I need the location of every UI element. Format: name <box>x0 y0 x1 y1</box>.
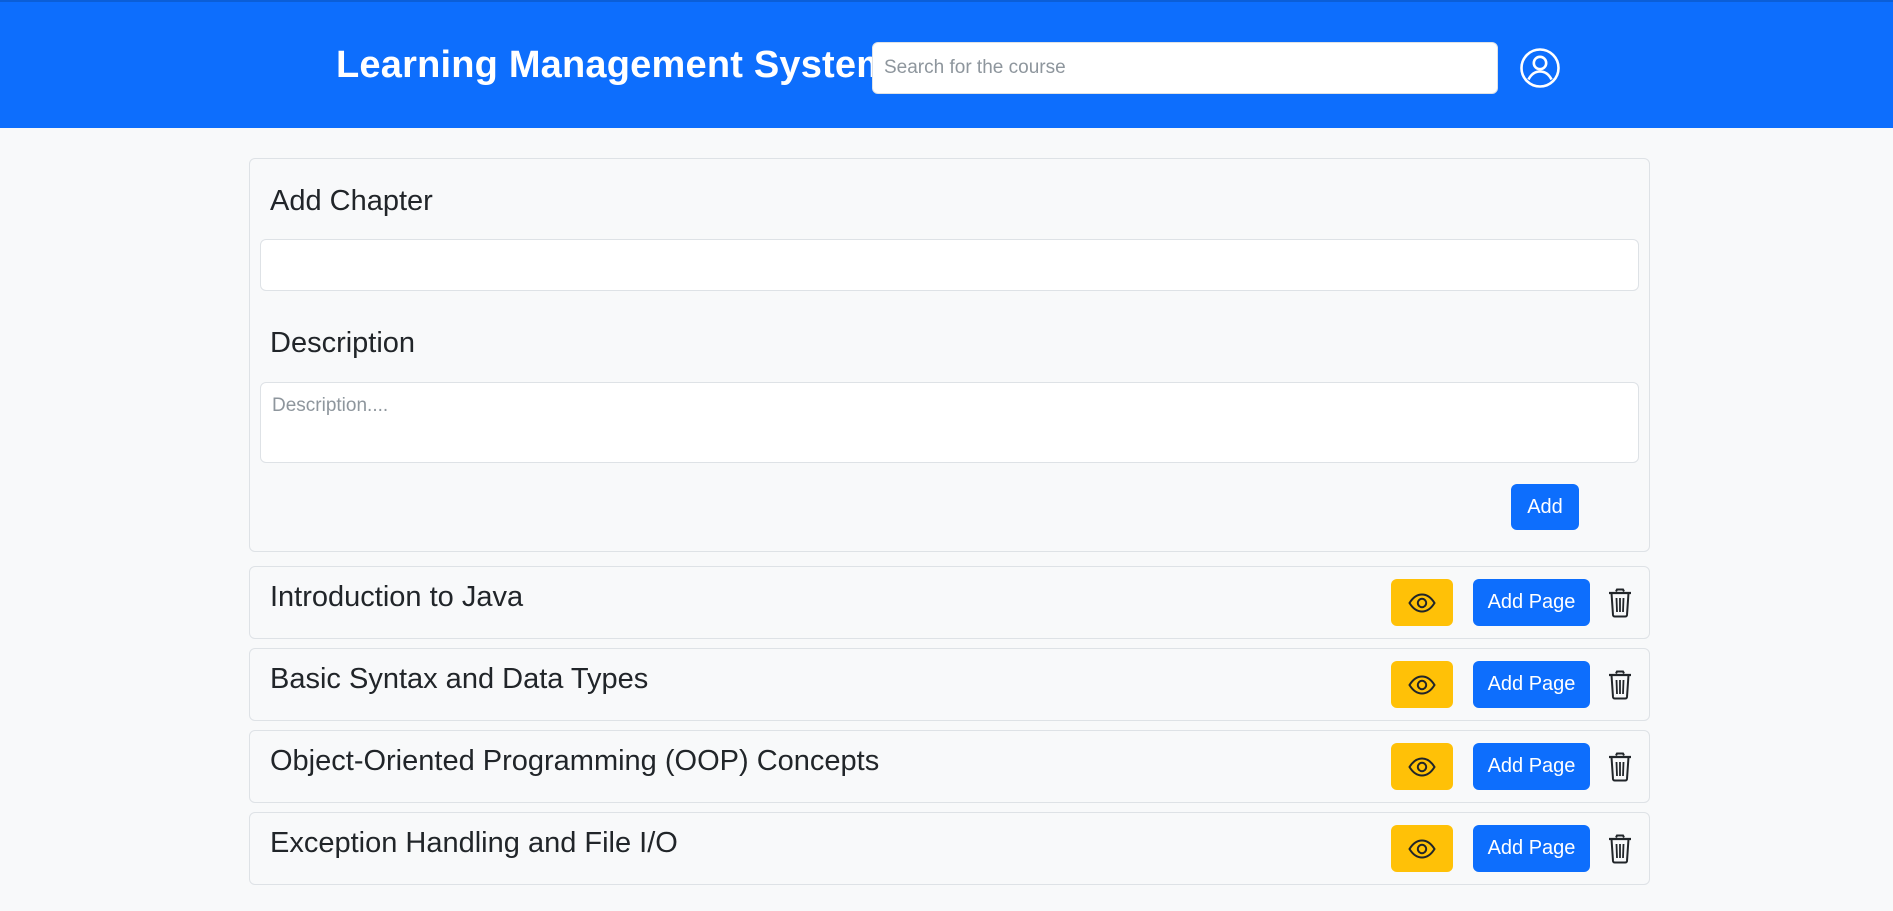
view-chapter-button[interactable] <box>1391 579 1453 626</box>
view-chapter-button[interactable] <box>1391 825 1453 872</box>
trash-icon <box>1608 834 1638 864</box>
delete-chapter-button[interactable] <box>1608 669 1638 701</box>
top-navbar: Learning Management System <box>0 0 1893 128</box>
delete-chapter-button[interactable] <box>1608 833 1638 865</box>
chapter-name-input[interactable] <box>260 239 1639 291</box>
eye-icon <box>1408 756 1436 777</box>
chapter-title: Object-Oriented Programming (OOP) Concep… <box>270 745 880 777</box>
eye-icon <box>1408 592 1436 613</box>
add-page-button[interactable]: Add Page <box>1473 661 1590 708</box>
eye-icon <box>1408 674 1436 695</box>
chapter-name-label: Add Chapter <box>270 185 433 217</box>
person-circle-icon <box>1518 46 1562 90</box>
trash-icon <box>1608 670 1638 700</box>
description-label: Description <box>270 327 416 359</box>
chapter-title: Introduction to Java <box>270 581 524 613</box>
chapter-row: Exception Handling and File I/O Add Page <box>249 812 1650 885</box>
add-page-button[interactable]: Add Page <box>1473 579 1590 626</box>
chapter-title: Basic Syntax and Data Types <box>270 663 649 695</box>
chapter-row: Basic Syntax and Data Types Add Page <box>249 648 1650 721</box>
add-chapter-button[interactable]: Add <box>1511 484 1579 530</box>
trash-icon <box>1608 752 1638 782</box>
delete-chapter-button[interactable] <box>1608 751 1638 783</box>
add-page-button[interactable]: Add Page <box>1473 743 1590 790</box>
eye-icon <box>1408 838 1436 859</box>
course-search-input[interactable] <box>872 42 1498 94</box>
app-title: Learning Management System <box>336 44 891 86</box>
description-textarea[interactable] <box>260 382 1639 463</box>
add-chapter-card: Add Chapter Description Add <box>249 158 1650 552</box>
trash-icon <box>1608 588 1638 618</box>
delete-chapter-button[interactable] <box>1608 587 1638 619</box>
chapter-row: Object-Oriented Programming (OOP) Concep… <box>249 730 1650 803</box>
profile-button[interactable] <box>1518 46 1562 90</box>
chapter-title: Exception Handling and File I/O <box>270 827 678 859</box>
add-page-button[interactable]: Add Page <box>1473 825 1590 872</box>
chapter-row: Introduction to Java Add Page <box>249 566 1650 639</box>
view-chapter-button[interactable] <box>1391 661 1453 708</box>
view-chapter-button[interactable] <box>1391 743 1453 790</box>
